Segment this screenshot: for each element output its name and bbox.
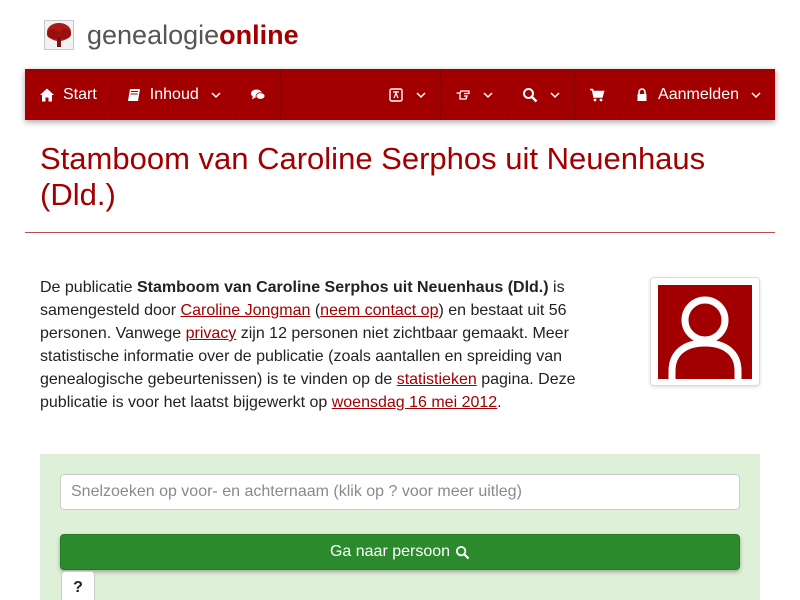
main-navbar: Start Inhoud Aanmelden [25, 69, 775, 120]
cart-icon [590, 88, 605, 101]
quick-search-input[interactable] [60, 474, 740, 510]
publication-intro: De publicatie Stamboom van Caroline Serp… [40, 279, 576, 411]
lock-icon [637, 87, 647, 101]
book-icon [127, 88, 140, 101]
tree-logo-icon [44, 20, 74, 50]
nav-start[interactable]: Start [25, 69, 112, 120]
search-help-button[interactable]: ? [61, 571, 95, 600]
site-logo[interactable]: genealogieonline [44, 18, 299, 52]
avatar [658, 285, 752, 379]
chevron-down-icon [211, 91, 221, 98]
nav-login[interactable]: Aanmelden [620, 69, 775, 120]
nav-forum[interactable] [236, 69, 281, 120]
comments-icon [250, 89, 266, 100]
nav-shop[interactable] [575, 69, 621, 120]
contact-link[interactable]: neem contact op [320, 302, 438, 319]
go-to-person-label: Ga naar persoon [329, 543, 451, 560]
publication-name: Stamboom van Caroline Serphos uit Neuenh… [136, 279, 549, 296]
go-to-person-button[interactable]: Ga naar persoon [60, 534, 740, 570]
statistics-link[interactable]: statistieken [397, 371, 477, 388]
user-icon [668, 296, 742, 379]
privacy-link[interactable]: privacy [186, 325, 237, 342]
nav-login-label: Aanmelden [658, 85, 739, 103]
nav-share[interactable] [441, 69, 509, 120]
author-link[interactable]: Caroline Jongman [181, 302, 311, 319]
chevron-down-icon [483, 91, 493, 98]
quick-search-panel: Ga naar persoon ? [40, 454, 760, 600]
nav-inhoud[interactable]: Inhoud [112, 69, 236, 120]
hand-pointing-icon [456, 89, 470, 100]
chevron-down-icon [751, 91, 761, 98]
nav-search[interactable] [508, 69, 576, 120]
title-divider [25, 232, 775, 233]
chevron-down-icon [550, 91, 560, 98]
nav-start-label: Start [63, 85, 97, 103]
nav-inhoud-label: Inhoud [149, 85, 199, 103]
page-title: Stamboom van Caroline Serphos uit Neuenh… [40, 141, 706, 212]
home-icon [40, 88, 54, 101]
logo-text: genealogieonline [87, 20, 299, 50]
search-icon [523, 87, 538, 102]
author-avatar-frame [650, 277, 760, 386]
nav-spacer [281, 69, 375, 120]
chevron-down-icon [416, 91, 426, 98]
last-updated-link[interactable]: woensdag 16 mei 2012 [332, 394, 497, 411]
nav-language[interactable] [374, 69, 442, 120]
language-icon [389, 87, 403, 102]
search-icon [455, 545, 470, 559]
